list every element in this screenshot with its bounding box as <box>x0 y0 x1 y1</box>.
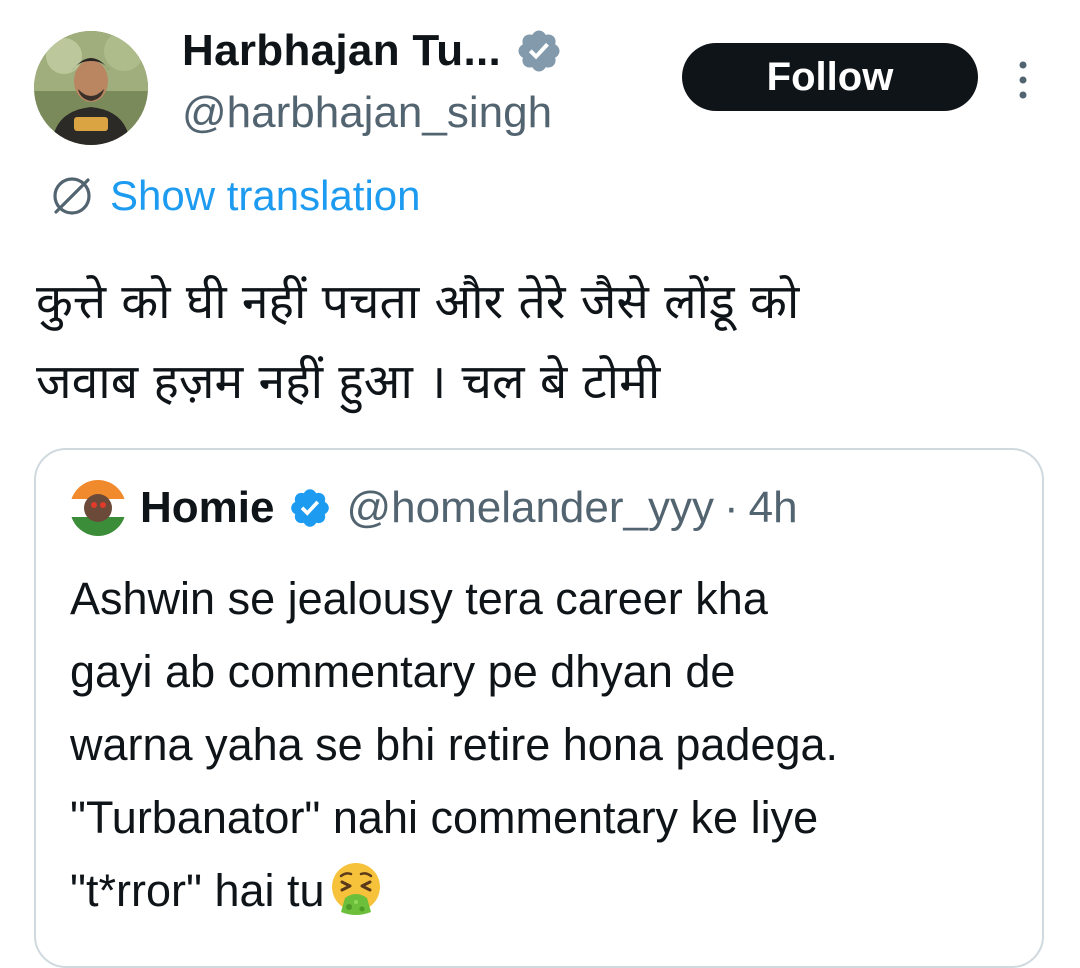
separator-dot: · <box>724 483 739 532</box>
show-translation-link[interactable]: Show translation <box>110 172 421 220</box>
author-avatar[interactable] <box>34 31 148 145</box>
quoted-avatar-image <box>70 480 126 536</box>
gray-verified-icon <box>518 30 560 72</box>
more-vertical-icon[interactable] <box>1010 58 1036 102</box>
quoted-tweet-card[interactable]: Homie @homelander_yyy · 4h Ashwin se jea… <box>34 448 1044 968</box>
author-display-name[interactable]: Harbhajan Tu... <box>182 26 501 76</box>
tweet: Harbhajan Tu... @harbhajan_singh Follow … <box>0 0 1080 968</box>
vomiting-face-emoji <box>331 863 380 915</box>
quoted-tweet-header: Homie @homelander_yyy · 4h <box>70 472 798 544</box>
quoted-author-avatar[interactable] <box>70 480 126 536</box>
globe-icon <box>53 177 91 215</box>
follow-button[interactable]: Follow <box>682 43 978 111</box>
show-translation-row[interactable]: Show translation <box>48 168 421 224</box>
quoted-author-name[interactable]: Homie <box>140 483 274 533</box>
avatar-image <box>34 31 148 145</box>
quoted-author-handle[interactable]: @homelander_yyy <box>346 483 714 533</box>
blue-verified-icon <box>291 489 330 527</box>
author-name-row[interactable]: Harbhajan Tu... <box>182 22 563 80</box>
tweet-text: कुत्ते को घी नहीं पचता और तेरे जैसे लोंड… <box>36 274 800 410</box>
quoted-tweet-text-content: Ashwin se jealousy tera career kha gayi … <box>70 573 839 916</box>
author-handle[interactable]: @harbhajan_singh <box>182 88 552 138</box>
quoted-tweet-text: Ashwin se jealousy tera career kha gayi … <box>70 562 1020 927</box>
quoted-tweet-time[interactable]: 4h <box>749 483 798 533</box>
